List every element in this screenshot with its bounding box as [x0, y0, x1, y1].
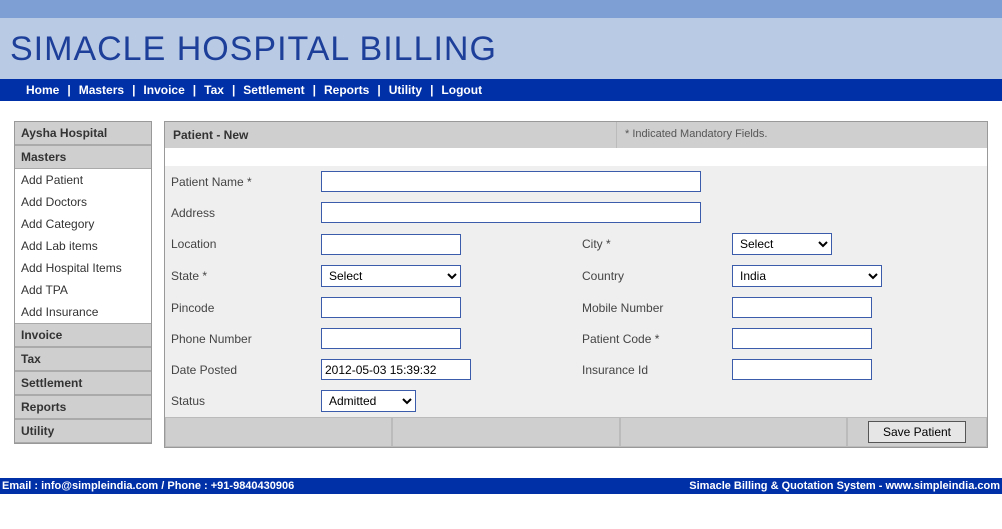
city-select[interactable]: Select — [732, 233, 832, 255]
label-patient-name: Patient Name * — [165, 166, 315, 197]
mobile-input[interactable] — [732, 297, 872, 318]
label-address: Address — [165, 197, 315, 228]
sidebar-item-add-patient[interactable]: Add Patient — [15, 169, 151, 191]
status-select[interactable]: Admitted — [321, 390, 416, 412]
patient-code-input[interactable] — [732, 328, 872, 349]
footer-right: Simacle Billing & Quotation System - www… — [689, 480, 1002, 492]
button-row-cell-save: Save Patient — [847, 417, 987, 447]
title-bar: SIMACLE HOSPITAL BILLING — [0, 18, 1002, 79]
sidebar-item-add-doctors[interactable]: Add Doctors — [15, 191, 151, 213]
nav-sep: | — [65, 83, 72, 97]
nav-tax[interactable]: Tax — [198, 83, 230, 97]
phone-input[interactable] — [321, 328, 461, 349]
mandatory-note: * Indicated Mandatory Fields. — [617, 122, 987, 148]
sidebar-section-invoice[interactable]: Invoice — [15, 323, 151, 347]
nav-sep: | — [130, 83, 137, 97]
label-phone: Phone Number — [165, 323, 315, 354]
insurance-id-input[interactable] — [732, 359, 872, 380]
sidebar-item-add-lab-items[interactable]: Add Lab items — [15, 235, 151, 257]
nav-utility[interactable]: Utility — [383, 83, 428, 97]
label-state: State * — [165, 260, 315, 292]
date-posted-input[interactable] — [321, 359, 471, 380]
nav-home[interactable]: Home — [20, 83, 65, 97]
footer-left: Email : info@simpleindia.com / Phone : +… — [0, 480, 294, 492]
button-row-cell — [165, 417, 392, 447]
button-row: Save Patient — [165, 417, 987, 447]
nav-reports[interactable]: Reports — [318, 83, 375, 97]
nav-sep: | — [230, 83, 237, 97]
label-insurance-id: Insurance Id — [576, 354, 726, 385]
save-patient-button[interactable]: Save Patient — [868, 421, 966, 443]
main-nav: Home| Masters| Invoice| Tax| Settlement|… — [0, 79, 1002, 101]
sidebar-item-add-category[interactable]: Add Category — [15, 213, 151, 235]
sidebar-section-settlement[interactable]: Settlement — [15, 371, 151, 395]
sidebar-item-add-tpa[interactable]: Add TPA — [15, 279, 151, 301]
sidebar-section-masters[interactable]: Masters — [15, 145, 151, 169]
sidebar: Aysha Hospital Masters Add Patient Add D… — [14, 121, 152, 444]
top-strip — [0, 0, 1002, 18]
button-row-cell — [392, 417, 619, 447]
spacer — [165, 148, 987, 166]
patient-name-input[interactable] — [321, 171, 701, 192]
label-city: City * — [576, 228, 726, 260]
sidebar-section-reports[interactable]: Reports — [15, 395, 151, 419]
label-patient-code: Patient Code * — [576, 323, 726, 354]
nav-masters[interactable]: Masters — [73, 83, 130, 97]
panel-header: Patient - New * Indicated Mandatory Fiel… — [165, 122, 987, 148]
content: Aysha Hospital Masters Add Patient Add D… — [0, 101, 1002, 478]
sidebar-hospital: Aysha Hospital — [15, 122, 151, 145]
country-select[interactable]: India — [732, 265, 882, 287]
label-country: Country — [576, 260, 726, 292]
label-location: Location — [165, 228, 315, 260]
label-date-posted: Date Posted — [165, 354, 315, 385]
nav-settlement[interactable]: Settlement — [237, 83, 310, 97]
app-title: SIMACLE HOSPITAL BILLING — [10, 30, 992, 69]
sidebar-item-add-insurance[interactable]: Add Insurance — [15, 301, 151, 323]
nav-sep: | — [311, 83, 318, 97]
form-table: Patient Name * Address Location City * S… — [165, 166, 987, 417]
empty-cell — [726, 385, 987, 417]
pincode-input[interactable] — [321, 297, 461, 318]
main-panel: Patient - New * Indicated Mandatory Fiel… — [164, 121, 988, 448]
footer: Email : info@simpleindia.com / Phone : +… — [0, 478, 1002, 494]
button-row-cell — [620, 417, 847, 447]
nav-sep: | — [191, 83, 198, 97]
sidebar-item-add-hospital-items[interactable]: Add Hospital Items — [15, 257, 151, 279]
nav-sep: | — [375, 83, 382, 97]
nav-logout[interactable]: Logout — [435, 83, 488, 97]
sidebar-section-tax[interactable]: Tax — [15, 347, 151, 371]
nav-sep: | — [428, 83, 435, 97]
panel-title: Patient - New — [165, 122, 617, 148]
sidebar-section-utility[interactable]: Utility — [15, 419, 151, 443]
location-input[interactable] — [321, 234, 461, 255]
empty-cell — [576, 385, 726, 417]
state-select[interactable]: Select — [321, 265, 461, 287]
label-status: Status — [165, 385, 315, 417]
address-input[interactable] — [321, 202, 701, 223]
label-mobile: Mobile Number — [576, 292, 726, 323]
nav-invoice[interactable]: Invoice — [137, 83, 190, 97]
label-pincode: Pincode — [165, 292, 315, 323]
